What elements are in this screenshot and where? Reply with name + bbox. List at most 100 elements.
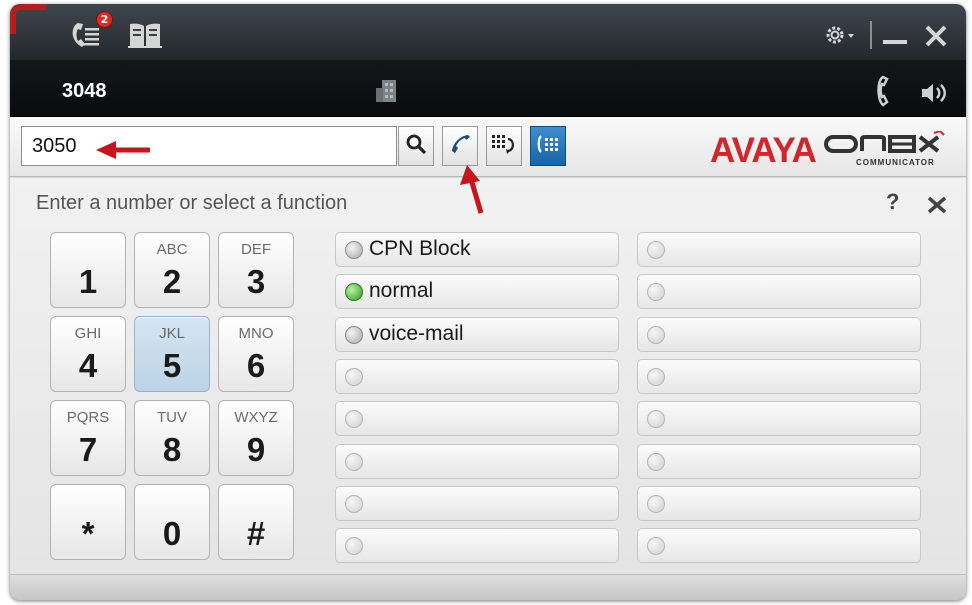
speaker-icon[interactable] xyxy=(920,82,948,108)
dialpad-key[interactable]: 1 xyxy=(50,232,126,308)
dialpad-key[interactable]: ABC 2 xyxy=(134,232,210,308)
key-letters: MNO xyxy=(238,325,274,342)
feature-button-label: normal xyxy=(369,279,434,303)
dialpad-key[interactable]: WXYZ 9 xyxy=(218,400,294,476)
feature-button-label: voice-mail xyxy=(369,321,464,345)
feature-button-label: CPN Block xyxy=(369,237,471,260)
key-digit: 1 xyxy=(78,263,98,300)
dialpad-key[interactable]: TUV 8 xyxy=(134,400,210,476)
settings-gear-icon[interactable] xyxy=(824,24,862,50)
avaya-one-x-window: 2 3048 3050 AVAYA COMMUNICATOR Enter a n… xyxy=(10,4,966,600)
call-button[interactable] xyxy=(442,126,478,166)
notification-badge: 2 xyxy=(96,11,113,28)
dialpad-key[interactable]: PQRS 7 xyxy=(50,400,126,476)
status-led-icon xyxy=(345,283,363,302)
dialpad-panel: Enter a number or select a function ? 1A… xyxy=(10,178,966,574)
close-panel-icon[interactable] xyxy=(926,196,948,218)
bottom-bar xyxy=(10,574,966,600)
key-digit: # xyxy=(246,515,266,552)
feature-button-empty[interactable] xyxy=(335,443,619,479)
extension-number: 3048 xyxy=(62,80,107,102)
call-icon xyxy=(448,132,472,160)
key-letters: TUV xyxy=(157,409,187,426)
status-led-icon xyxy=(345,241,363,259)
feature-button[interactable]: CPN Block xyxy=(335,232,619,267)
feature-button-empty[interactable] xyxy=(335,528,619,564)
status-led-icon xyxy=(345,537,363,556)
toolbar-divider xyxy=(869,21,873,53)
key-digit: 8 xyxy=(162,431,182,468)
title-bar: 2 xyxy=(10,4,966,60)
status-led-icon xyxy=(345,494,363,513)
key-digit: 3 xyxy=(246,263,266,300)
key-letters: JKL xyxy=(159,325,185,342)
search-icon xyxy=(405,133,427,159)
status-led-icon xyxy=(647,410,665,429)
dialpad-key[interactable]: MNO 6 xyxy=(218,316,294,392)
feature-button-empty[interactable] xyxy=(637,443,921,479)
dialpad-button[interactable] xyxy=(530,126,566,166)
status-led-icon xyxy=(647,452,665,471)
contacts-book-icon[interactable] xyxy=(127,20,163,54)
handset-icon[interactable] xyxy=(874,74,898,112)
feature-button-empty[interactable] xyxy=(637,485,921,521)
key-letters: PQRS xyxy=(66,409,110,426)
feature-button-empty[interactable] xyxy=(335,358,619,394)
help-button[interactable]: ? xyxy=(886,189,899,215)
key-digit: 0 xyxy=(162,515,182,552)
key-digit: 7 xyxy=(78,431,98,468)
key-letters: ABC xyxy=(156,241,188,258)
building-icon[interactable] xyxy=(374,78,400,108)
dialpad-prompt: Enter a number or select a function xyxy=(36,192,348,214)
minimize-icon[interactable] xyxy=(882,26,908,52)
dialpad-key[interactable]: * xyxy=(50,484,126,560)
key-digit: 2 xyxy=(162,263,182,300)
dialpad-key[interactable]: JKL 5 xyxy=(134,316,210,392)
status-led-icon xyxy=(647,283,665,302)
feature-button-empty[interactable] xyxy=(637,358,921,394)
status-led-icon xyxy=(345,410,363,429)
feature-button-empty[interactable] xyxy=(335,401,619,437)
feature-button-empty[interactable] xyxy=(637,528,921,564)
dialpad-redial-icon xyxy=(490,132,518,160)
status-led-icon xyxy=(647,241,665,259)
search-button[interactable] xyxy=(398,126,434,166)
status-led-icon xyxy=(647,537,665,556)
key-digit: 6 xyxy=(246,347,266,384)
key-letters: DEF xyxy=(241,241,271,258)
feature-button-empty[interactable] xyxy=(335,485,619,521)
status-led-icon xyxy=(345,367,363,386)
close-icon[interactable] xyxy=(924,25,948,51)
status-bar: 3048 xyxy=(10,60,966,117)
key-digit: 4 xyxy=(78,347,98,384)
key-digit: 5 xyxy=(162,347,182,384)
key-digit: * xyxy=(81,515,95,552)
key-letters: GHI xyxy=(74,325,102,342)
dialpad-key[interactable]: DEF 3 xyxy=(218,232,294,308)
call-log-icon[interactable] xyxy=(68,20,102,54)
annotation-arrow-left xyxy=(94,140,152,166)
status-led-icon xyxy=(345,325,363,344)
avaya-logo: AVAYA xyxy=(710,131,817,170)
dialpad-key[interactable]: GHI 4 xyxy=(50,316,126,392)
status-led-icon xyxy=(647,325,665,344)
status-led-icon xyxy=(647,367,665,386)
feature-button-empty[interactable] xyxy=(637,316,921,352)
dialpad-icon xyxy=(536,133,560,159)
window-corner-accent xyxy=(10,4,46,34)
dialpad-redial-button[interactable] xyxy=(486,126,522,166)
one-x-logo-mark xyxy=(824,129,946,161)
status-led-icon xyxy=(647,494,665,513)
feature-button[interactable]: voice-mail xyxy=(335,316,619,352)
dial-search-input[interactable] xyxy=(21,126,397,166)
key-digit: 9 xyxy=(246,431,266,468)
feature-button-empty[interactable] xyxy=(637,274,921,310)
dialpad-key[interactable]: # xyxy=(218,484,294,560)
feature-button-empty[interactable] xyxy=(637,401,921,437)
feature-button[interactable]: normal xyxy=(335,274,619,310)
feature-button-empty[interactable] xyxy=(637,232,921,267)
dialpad-key[interactable]: 0 xyxy=(134,484,210,560)
key-letters: WXYZ xyxy=(234,409,278,426)
communicator-caption: COMMUNICATOR xyxy=(856,158,935,167)
annotation-arrow-up xyxy=(459,163,489,219)
